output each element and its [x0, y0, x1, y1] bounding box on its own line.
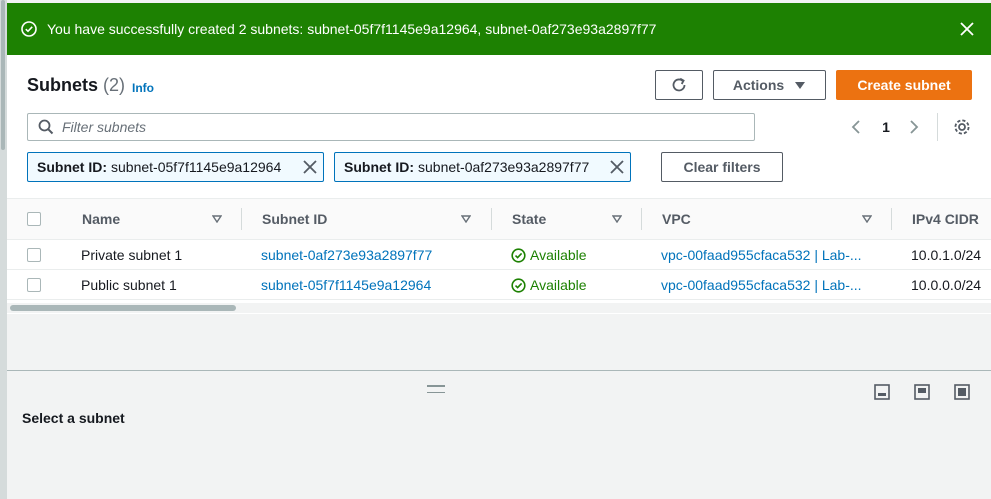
sort-caret-icon[interactable]: [862, 215, 872, 223]
status-available-icon: [511, 247, 526, 263]
subnet-name: Public subnet 1: [81, 277, 177, 293]
refresh-button[interactable]: [655, 70, 703, 100]
subnet-name: Private subnet 1: [81, 247, 183, 263]
status-available-icon: [511, 277, 526, 293]
state-cell: Available: [511, 247, 587, 263]
current-page[interactable]: 1: [877, 117, 895, 137]
token-2-value: subnet-0af273e93a2897f77: [418, 159, 590, 175]
remove-token-1-icon[interactable]: [303, 160, 317, 174]
select-subnet-message: Select a subnet: [22, 410, 125, 426]
create-subnet-button[interactable]: Create subnet: [836, 70, 972, 100]
table-row[interactable]: Public subnet 1 subnet-05f7f1145e9a12964…: [7, 270, 991, 300]
resize-handle-icon[interactable]: [427, 385, 445, 393]
column-header-ipv4-cidr[interactable]: IPv4 CIDR: [912, 211, 979, 227]
settings-gear-icon[interactable]: [952, 117, 972, 137]
success-flash-banner: You have successfully created 2 subnets:…: [7, 3, 991, 55]
column-divider[interactable]: [891, 208, 892, 230]
filter-box[interactable]: [27, 113, 755, 141]
table-header: Name Subnet ID State VPC IPv4 CIDR: [7, 198, 991, 240]
flash-message: You have successfully created 2 subnets:…: [47, 21, 657, 37]
chevron-left-icon: [851, 120, 860, 134]
vpc-link[interactable]: vpc-00faad955cfaca532 | Lab-...: [661, 247, 862, 263]
state-label: Available: [530, 247, 587, 263]
left-scrollbar[interactable]: [0, 0, 7, 499]
actions-button[interactable]: Actions: [713, 70, 826, 100]
subnets-panel: Subnets (2) Info Actions Create subnet 1…: [7, 55, 991, 314]
close-icon[interactable]: [959, 21, 975, 37]
token-1-key: Subnet ID:: [37, 159, 107, 175]
refresh-icon: [670, 76, 688, 94]
column-header-state[interactable]: State: [512, 211, 546, 227]
previous-page-button[interactable]: [847, 117, 865, 137]
table-row[interactable]: Private subnet 1 subnet-0af273e93a2897f7…: [7, 240, 991, 270]
filter-token-2: Subnet ID: subnet-0af273e93a2897f77: [334, 152, 631, 182]
token-2-key: Subnet ID:: [344, 159, 414, 175]
subnet-id-link[interactable]: subnet-0af273e93a2897f77: [261, 247, 432, 263]
pager-divider: [937, 113, 938, 141]
subnet-id-link[interactable]: subnet-05f7f1145e9a12964: [261, 277, 431, 293]
column-header-subnet-id[interactable]: Subnet ID: [262, 211, 327, 227]
token-1-value: subnet-05f7f1145e9a12964: [111, 159, 282, 175]
horizontal-scrollbar-thumb[interactable]: [10, 305, 236, 311]
clear-filters-button[interactable]: Clear filters: [661, 152, 783, 182]
subnet-count: (2): [103, 75, 126, 95]
remove-token-2-icon[interactable]: [610, 160, 624, 174]
page-title: Subnets (2): [27, 75, 125, 96]
check-circle-icon: [21, 21, 37, 37]
filter-input[interactable]: [62, 119, 722, 135]
column-divider[interactable]: [241, 208, 242, 230]
info-link[interactable]: Info: [132, 81, 154, 95]
ipv4-cidr: 10.0.1.0/24: [911, 247, 982, 263]
column-divider[interactable]: [641, 208, 642, 230]
column-divider[interactable]: [491, 208, 492, 230]
filter-token-1: Subnet ID: subnet-05f7f1145e9a12964: [27, 152, 324, 182]
panel-bottom-icon[interactable]: [874, 384, 890, 400]
column-header-vpc[interactable]: VPC: [662, 211, 691, 227]
sort-caret-icon[interactable]: [212, 215, 222, 223]
select-all-checkbox[interactable]: [27, 212, 41, 226]
next-page-button[interactable]: [905, 117, 923, 137]
chevron-right-icon: [910, 120, 919, 134]
sort-caret-icon[interactable]: [612, 215, 622, 223]
state-cell: Available: [511, 277, 587, 293]
panel-side-icon[interactable]: [914, 384, 930, 400]
actions-label: Actions: [732, 77, 785, 93]
sort-caret-icon[interactable]: [461, 215, 471, 223]
split-panel: Select a subnet: [7, 370, 991, 499]
vpc-link[interactable]: vpc-00faad955cfaca532 | Lab-...: [661, 277, 862, 293]
state-label: Available: [530, 277, 587, 293]
left-scrollbar-thumb[interactable]: [1, 0, 5, 150]
search-icon: [38, 119, 54, 135]
caret-down-icon: [794, 81, 806, 90]
panel-maximize-icon[interactable]: [954, 384, 970, 400]
title-text: Subnets: [27, 75, 99, 95]
panel-empty-area: [7, 314, 991, 370]
row-checkbox[interactable]: [27, 278, 41, 292]
column-header-name[interactable]: Name: [82, 211, 120, 227]
ipv4-cidr: 10.0.0.0/24: [911, 277, 982, 293]
horizontal-scrollbar[interactable]: [7, 303, 991, 313]
row-checkbox[interactable]: [27, 248, 41, 262]
